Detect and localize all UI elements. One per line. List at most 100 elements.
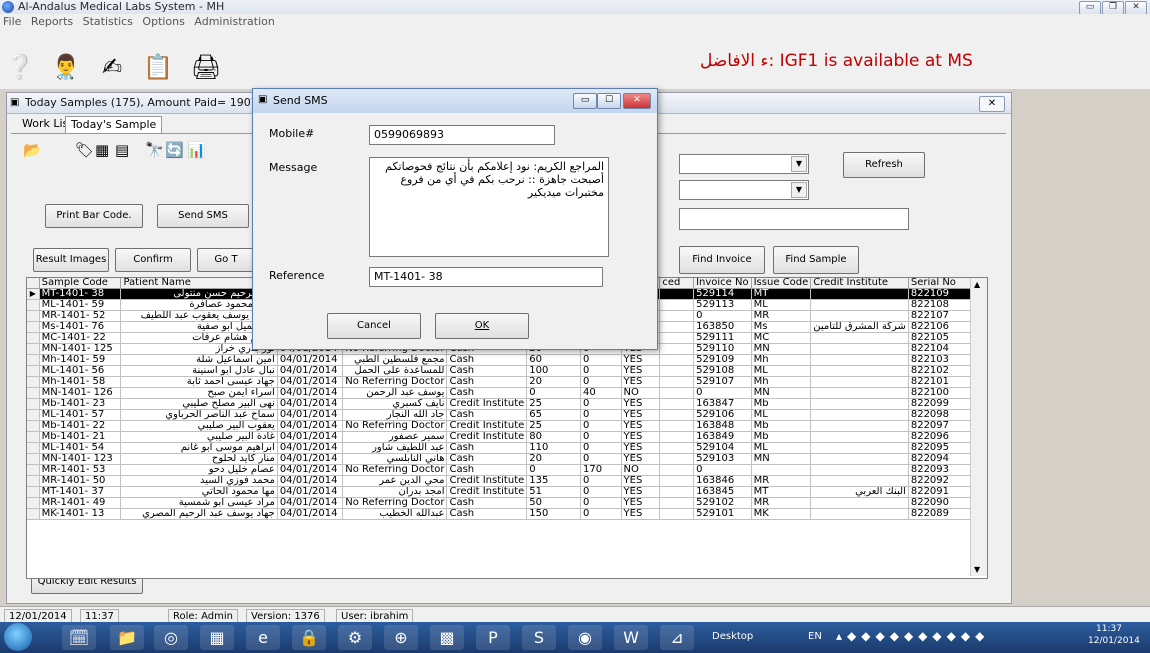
cell-date[interactable]: 04/01/2014 (277, 464, 344, 476)
cell-credit-institute[interactable] (810, 508, 909, 520)
cell-invoiced[interactable] (659, 343, 695, 355)
cell-issue-code[interactable]: MT (751, 486, 812, 498)
cell-payment[interactable]: Cash (446, 453, 528, 465)
cell-date[interactable]: 04/01/2014 (277, 497, 344, 509)
menu-options[interactable]: Options (139, 14, 187, 29)
chrome-icon[interactable]: ◉ (568, 625, 602, 650)
row-indicator[interactable]: ▶ (27, 288, 40, 300)
powerpoint-icon[interactable]: P (476, 625, 510, 650)
cell-payment[interactable]: Cash (446, 497, 528, 509)
cell-credit-institute[interactable] (810, 409, 909, 421)
cell-issue-code[interactable]: MN (751, 453, 812, 465)
confirm-button[interactable]: Confirm (115, 248, 191, 272)
row-indicator[interactable] (27, 387, 40, 399)
cell-invoiced[interactable] (659, 321, 695, 333)
cell-discount[interactable]: 0 (580, 376, 622, 388)
cell-date[interactable]: 04/01/2014 (277, 387, 344, 399)
cell-invoice-no[interactable]: 529104 (693, 442, 752, 454)
cell-sample-code[interactable]: Mh-1401- 58 (39, 376, 122, 388)
row-indicator[interactable] (27, 376, 40, 388)
cell-sample-code[interactable]: MK-1401- 13 (39, 508, 122, 520)
table-row[interactable]: MN-1401- 123 منار كايد لحلوح 04/01/2014 هان… (27, 453, 987, 465)
row-indicator[interactable] (27, 420, 40, 432)
cell-sample-code[interactable]: Ms-1401- 76 (39, 321, 122, 333)
compass-icon[interactable]: ⊕ (384, 625, 418, 650)
cell-invoice-no[interactable]: 529101 (693, 508, 752, 520)
cell-doctor[interactable]: مجمع فلسطين الطبي (342, 354, 448, 366)
game-icon[interactable]: ▩ (430, 625, 464, 650)
language-indicator[interactable]: EN (808, 631, 822, 642)
table-row[interactable]: MR-1401- 49 مراد عيسى ابو شمسية 04/01/2014… (27, 497, 987, 509)
cell-invoice-no[interactable]: 0 (693, 387, 752, 399)
cell-payment[interactable]: Cash (446, 376, 528, 388)
cell-patient-name[interactable]: اسراء ايمن صبح (120, 387, 278, 399)
cell-invoice-no[interactable]: 529113 (693, 299, 752, 311)
cell-credit-institute[interactable] (810, 464, 909, 476)
cell-credit-institute[interactable] (810, 453, 909, 465)
col-sample-code[interactable]: Sample Code (39, 278, 122, 289)
cell-issue-code[interactable]: MR (751, 475, 812, 487)
sms-minimize-button[interactable]: ▭ (573, 93, 597, 109)
cell-confirmed[interactable]: YES (621, 409, 661, 421)
open-folder-icon[interactable]: 📂 (23, 142, 42, 158)
col-invoiced[interactable]: ced (659, 278, 695, 289)
cell-credit-institute[interactable] (810, 420, 909, 432)
cell-date[interactable]: 04/01/2014 (277, 420, 344, 432)
cell-issue-code[interactable]: MR (751, 310, 812, 322)
cell-sample-code[interactable]: MN-1401- 126 (39, 387, 122, 399)
cell-patient-name[interactable]: نهى البير مصلح صليبي (120, 398, 278, 410)
filter-text-input[interactable] (679, 208, 909, 230)
cell-credit-institute[interactable] (810, 497, 909, 509)
cell-invoice-no[interactable]: 529109 (693, 354, 752, 366)
cell-payment[interactable]: Cash (446, 464, 528, 476)
cell-confirmed[interactable]: YES (621, 508, 661, 520)
cell-issue-code[interactable]: Mh (751, 376, 812, 388)
cell-discount[interactable]: 0 (580, 420, 622, 432)
tool-icon[interactable]: ⚙ (338, 625, 372, 650)
media-icon[interactable]: ◎ (154, 625, 188, 650)
cell-credit-institute[interactable] (810, 310, 909, 322)
cell-payment[interactable]: Credit Institute (446, 486, 528, 498)
cell-patient-name[interactable]: جهاد يوسف عبد الرحيم المصري (120, 508, 278, 520)
cell-amount[interactable]: 51 (526, 486, 581, 498)
table-row[interactable]: Mh-1401- 58 جهاد عيسى احمد ثابة 04/01/2014… (27, 376, 987, 388)
cell-invoiced[interactable] (659, 475, 695, 487)
row-indicator[interactable] (27, 321, 40, 333)
grid-icon[interactable]: ▦ (95, 142, 109, 158)
cell-doctor[interactable]: نايف كسبري (342, 398, 448, 410)
doctor-icon[interactable]: 👨‍⚕ (50, 51, 82, 83)
cell-date[interactable]: 04/01/2014 (277, 486, 344, 498)
print-barcode-button[interactable]: Print Bar Code. (45, 204, 143, 228)
cell-issue-code[interactable]: Mb (751, 420, 812, 432)
cell-sample-code[interactable]: MR-1401- 49 (39, 497, 122, 509)
cell-amount[interactable]: 20 (526, 376, 581, 388)
cell-doctor[interactable]: هاني النابلسي (342, 453, 448, 465)
cell-confirmed[interactable]: YES (621, 354, 661, 366)
cell-patient-name[interactable]: مراد عيسى ابو شمسية (120, 497, 278, 509)
table-row[interactable]: Mb-1401- 21 غادة البير صليبي 04/01/2014 سمي… (27, 431, 987, 443)
col-credit-institute[interactable]: Credit Institute (810, 278, 909, 289)
cell-amount[interactable]: 100 (526, 365, 581, 377)
cell-doctor[interactable]: No Referring Doctor (342, 464, 448, 476)
send-sms-button[interactable]: Send SMS (157, 204, 249, 228)
cell-amount[interactable]: 150 (526, 508, 581, 520)
cell-issue-code[interactable] (751, 464, 812, 476)
app-icon[interactable]: ▦ (200, 625, 234, 650)
cell-issue-code[interactable]: MR (751, 497, 812, 509)
lock-icon[interactable]: 🔒 (292, 625, 326, 650)
cell-invoice-no[interactable]: 529102 (693, 497, 752, 509)
cell-invoiced[interactable] (659, 409, 695, 421)
cell-patient-name[interactable]: نبال عادل ابو اسنينة (120, 365, 278, 377)
find-invoice-button[interactable]: Find Invoice (679, 246, 765, 274)
cell-confirmed[interactable]: YES (621, 475, 661, 487)
cell-doctor[interactable]: امجد بدران (342, 486, 448, 498)
tag-icon[interactable]: 🏷 (75, 142, 94, 158)
cell-issue-code[interactable]: Mh (751, 354, 812, 366)
table-row[interactable]: ML-1401- 54 ابراهيم موسى ابو غانم 04/01/20… (27, 442, 987, 454)
cell-payment[interactable]: Cash (446, 387, 528, 399)
start-button[interactable] (4, 623, 32, 651)
cell-issue-code[interactable]: Mb (751, 398, 812, 410)
row-indicator[interactable] (27, 409, 40, 421)
cell-payment[interactable]: Credit Institute (446, 431, 528, 443)
cell-patient-name[interactable]: سماح عبد الناصر الحرباوي (120, 409, 278, 421)
